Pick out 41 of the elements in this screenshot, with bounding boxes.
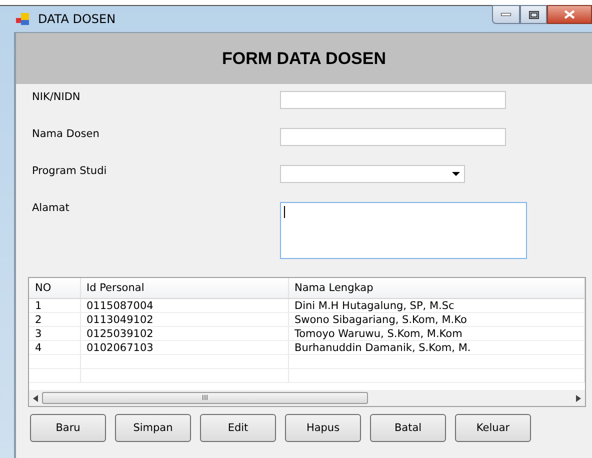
maximize-icon (528, 10, 538, 18)
table-cell: 0115087004 (80, 298, 288, 312)
close-icon (564, 10, 575, 19)
dropdown-arrow-icon (452, 172, 460, 176)
table-cell: Swono Sibagariang, S.Kom, M.Ko (288, 312, 584, 326)
table-cell: 0102067103 (80, 340, 288, 354)
action-button[interactable]: Keluar (455, 414, 531, 442)
action-button[interactable]: Baru (30, 414, 106, 442)
column-header[interactable]: NO (29, 278, 80, 298)
input-field[interactable] (280, 128, 506, 146)
table-cell: 4 (29, 340, 80, 354)
window-title: DATA DOSEN (38, 12, 116, 26)
action-button[interactable]: Edit (200, 414, 276, 442)
table-cell: Burhanuddin Damanik, S.Kom, M. (288, 340, 584, 354)
form-header: FORM DATA DOSEN (16, 33, 592, 84)
field-label: Alamat (32, 201, 70, 214)
field-label: Nama Dosen (32, 127, 100, 140)
scroll-right-icon (576, 394, 581, 402)
close-button[interactable] (547, 5, 592, 24)
minimize-icon (501, 13, 511, 16)
table-cell: Tomoyo Waruwu, S.Kom, M.Kom (288, 326, 584, 340)
column-header[interactable]: Nama Lengkap (288, 278, 584, 298)
field-label: NIK/NIDN (32, 90, 80, 103)
table-cell: 0113049102 (80, 312, 288, 326)
dropdown-field[interactable] (280, 165, 465, 183)
column-header[interactable]: Id Personal (80, 278, 288, 298)
table-cell: 2 (29, 312, 80, 326)
minimize-button[interactable] (492, 5, 520, 24)
scroll-left-icon (33, 394, 38, 402)
table-cell: 0125039102 (80, 326, 288, 340)
input-field[interactable] (280, 202, 527, 259)
app-icon (16, 13, 30, 25)
action-button[interactable]: Hapus (285, 414, 361, 442)
maximize-button[interactable] (520, 5, 547, 24)
input-field[interactable] (280, 91, 506, 109)
table-cell: 1 (29, 298, 80, 312)
action-button[interactable]: Batal (370, 414, 446, 442)
table-cell: Dini M.H Hutagalung, SP, M.Sc (288, 298, 584, 312)
table-cell: 3 (29, 326, 80, 340)
action-button[interactable]: Simpan (115, 414, 191, 442)
field-label: Program Studi (32, 164, 107, 177)
